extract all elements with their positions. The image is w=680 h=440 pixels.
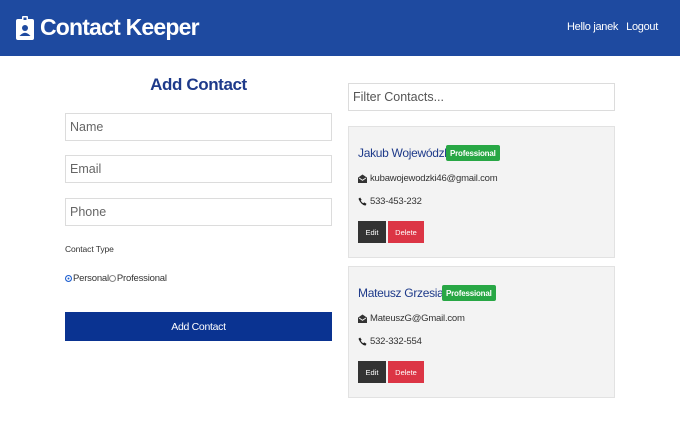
envelope-open-icon: [358, 174, 367, 183]
brand[interactable]: Contact Keeper: [16, 14, 200, 41]
contact-phone-row: 532-332-554: [358, 336, 422, 347]
filter-contacts-input[interactable]: [348, 83, 615, 111]
envelope-open-icon: [358, 314, 367, 323]
logout-link[interactable]: Logout: [626, 21, 658, 33]
app-title: Contact Keeper: [40, 14, 200, 40]
form-title: Add Contact: [150, 75, 247, 94]
edit-button[interactable]: Edit: [358, 361, 386, 383]
contact-email-row: kubawojewodzki46@gmail.com: [358, 173, 498, 184]
contact-card: Jakub Wojewódzki Professional kubawojewo…: [348, 126, 615, 258]
contact-name: Jakub Wojewódzki: [358, 146, 453, 160]
phone-field[interactable]: [65, 198, 332, 226]
name-field[interactable]: [65, 113, 332, 141]
user-greeting: Hello janek: [567, 21, 619, 33]
id-badge-icon: [16, 15, 34, 40]
contact-card: Mateusz Grzesiak Professional MateuszG@G…: [348, 266, 615, 398]
add-contact-button[interactable]: Add Contact: [65, 312, 332, 341]
contact-email: kubawojewodzki46@gmail.com: [370, 173, 498, 184]
contact-type-label: Contact Type: [65, 244, 114, 254]
email-field[interactable]: [65, 155, 332, 183]
contact-email: MateuszG@Gmail.com: [370, 313, 465, 324]
contact-email-row: MateuszG@Gmail.com: [358, 313, 465, 324]
contact-phone: 533-453-232: [370, 196, 422, 207]
professional-radio-label: Professional: [116, 273, 167, 284]
delete-button[interactable]: Delete: [388, 361, 424, 383]
phone-icon: [358, 337, 367, 346]
personal-radio-label: Personal: [73, 273, 109, 284]
navbar: Contact Keeper Hello janek Logout: [0, 0, 680, 56]
contact-type-badge: Professional: [446, 145, 500, 161]
nav-links: Hello janek Logout: [567, 21, 658, 33]
contact-name: Mateusz Grzesiak: [358, 286, 450, 300]
personal-radio[interactable]: [65, 275, 72, 282]
contact-type-badge: Professional: [442, 285, 496, 301]
contact-phone-row: 533-453-232: [358, 196, 422, 207]
edit-button[interactable]: Edit: [358, 221, 386, 243]
delete-button[interactable]: Delete: [388, 221, 424, 243]
professional-radio[interactable]: [108, 275, 116, 282]
phone-icon: [358, 197, 367, 206]
contact-phone: 532-332-554: [370, 336, 422, 347]
contact-type-options: Personal Professional: [65, 273, 167, 284]
